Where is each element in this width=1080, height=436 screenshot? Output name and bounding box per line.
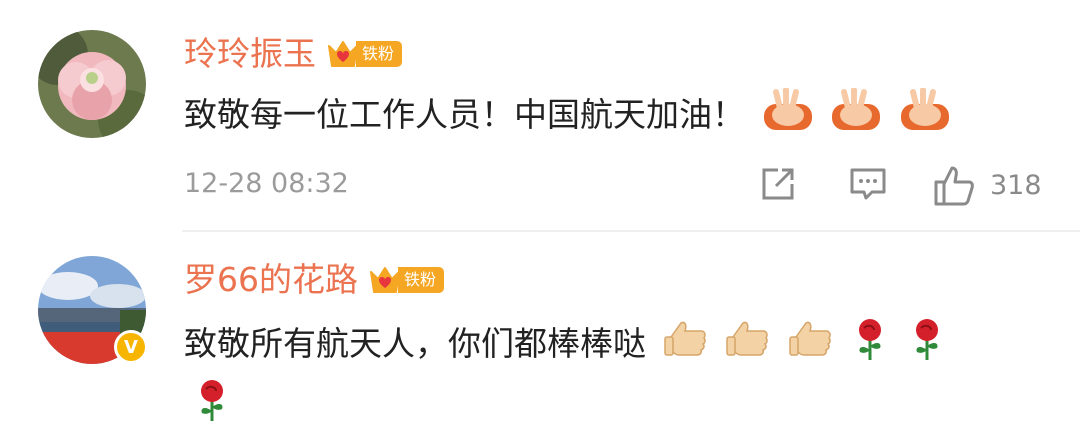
thumbs-up-icon [725, 317, 771, 374]
timestamp: 12-28 08:32 [184, 168, 349, 199]
rose-icon [192, 377, 232, 436]
crown-icon [328, 41, 358, 67]
rose-icon [907, 316, 947, 375]
thumbs-up-icon [663, 317, 709, 374]
victory-hands-icon [899, 87, 951, 145]
repost-button[interactable] [758, 164, 798, 208]
divider [182, 230, 1080, 232]
thumbs-up-outline-icon [934, 166, 974, 206]
reply-button[interactable] [848, 164, 888, 208]
like-count: 318 [990, 170, 1042, 201]
comment-text: 致敬所有航天人，你们都棒棒哒 [184, 324, 646, 363]
comment-item: V 罗66的花路 铁粉 致敬所有航天人，你们都棒棒哒 [0, 230, 1080, 436]
username[interactable]: 玲玲振玉 [184, 34, 316, 74]
comment-text: 致敬每一位工作人员！中国航天加油！ [184, 95, 745, 134]
author-row: 罗66的花路 铁粉 [184, 260, 445, 300]
comment-text-row: 致敬每一位工作人员！中国航天加油！ [184, 87, 1020, 145]
fan-badge-label: 铁粉 [356, 41, 403, 67]
crown-icon [370, 267, 400, 293]
fan-badge[interactable]: 铁粉 [326, 38, 403, 70]
victory-hands-icon [830, 87, 882, 145]
avatar-image [38, 30, 146, 138]
repost-icon [762, 168, 794, 200]
comment-footer: 12-28 08:32 318 [0, 162, 1080, 206]
fan-badge[interactable]: 铁粉 [368, 264, 445, 296]
rose-icon [850, 316, 890, 375]
thumbs-up-icon [788, 317, 834, 374]
emoji-wrap-line [184, 377, 1020, 436]
like-button[interactable]: 318 [932, 164, 1042, 208]
comment-item: 玲玲振玉 铁粉 致敬每一位工作人员！中国航天加油！ 12-28 08:32 31… [0, 0, 1080, 230]
victory-hands-icon [762, 87, 814, 145]
avatar[interactable] [38, 30, 146, 138]
verified-icon: V [114, 330, 148, 364]
comment-icon [850, 168, 886, 200]
fan-badge-label: 铁粉 [398, 267, 445, 293]
username[interactable]: 罗66的花路 [184, 260, 358, 300]
comment-text-row: 致敬所有航天人，你们都棒棒哒 [184, 316, 1020, 436]
author-row: 玲玲振玉 铁粉 [184, 34, 403, 74]
